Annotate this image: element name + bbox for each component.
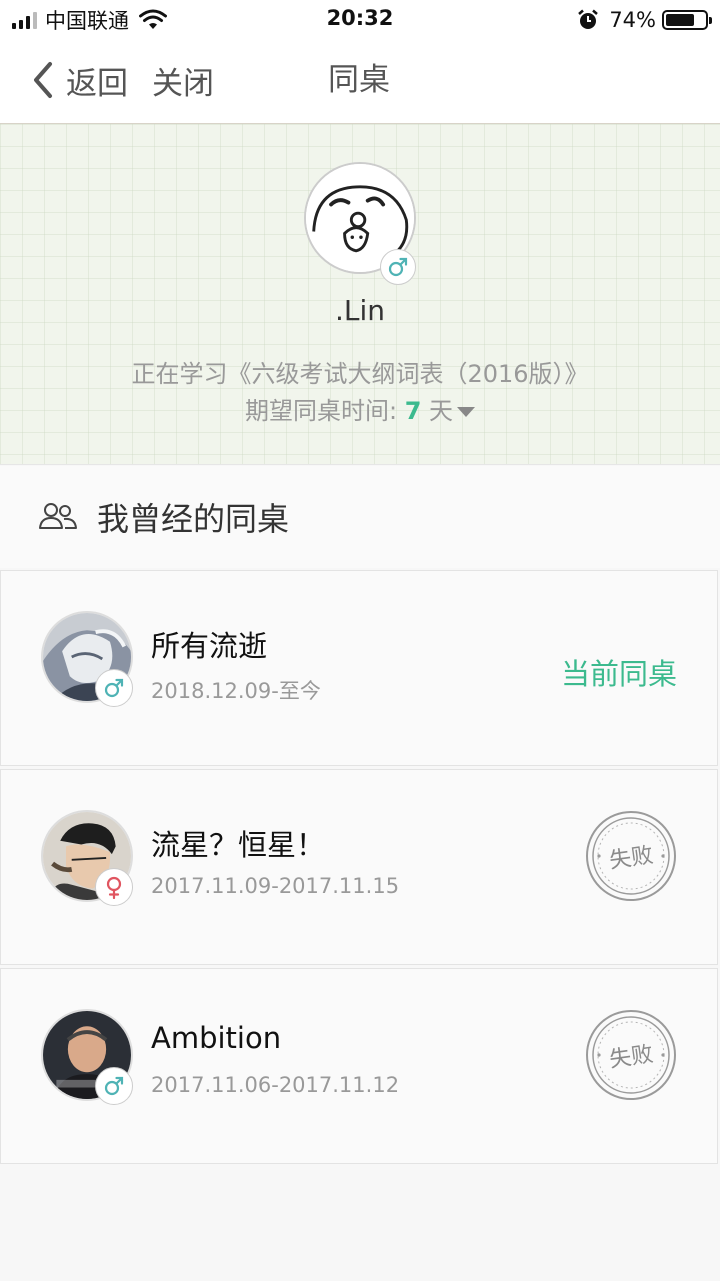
- expected-days-value: 7: [404, 397, 422, 425]
- partner-card[interactable]: Ambition 2017.11.06-2017.11.12 失败: [0, 968, 718, 1164]
- alarm-clock-icon: [578, 9, 599, 29]
- current-partner-label[interactable]: 当前同桌: [561, 651, 677, 693]
- back-button[interactable]: 返回: [30, 58, 128, 102]
- failed-stamp: 失败: [585, 1009, 677, 1101]
- caret-down-icon[interactable]: [457, 407, 476, 417]
- navigation-bar: 返回 关闭 同桌: [0, 40, 720, 124]
- partner-name: 所有流逝: [151, 629, 268, 663]
- partner-card[interactable]: 所有流逝 2018.12.09-至今 当前同桌: [0, 570, 718, 766]
- failed-stamp-text: 失败: [608, 843, 655, 874]
- partner-dates: 2017.11.06-2017.11.12: [151, 1073, 400, 1097]
- past-partners-header: 我曾经的同桌: [0, 466, 720, 568]
- expected-days-unit: 天: [421, 397, 454, 425]
- male-symbol-icon: [104, 1076, 124, 1096]
- male-symbol-icon: [388, 257, 408, 277]
- female-gender-badge: [95, 868, 133, 906]
- male-gender-badge: [95, 669, 133, 707]
- signal-strength-icon: [12, 11, 37, 29]
- battery-icon: [662, 10, 712, 30]
- carrier-name: 中国联通: [45, 9, 129, 33]
- username: .Lin: [334, 294, 386, 327]
- people-icon: [39, 503, 77, 529]
- back-label: 返回: [66, 65, 128, 102]
- chevron-left-icon: [34, 62, 52, 98]
- male-gender-badge: [95, 1067, 133, 1105]
- battery-fill: [666, 14, 695, 26]
- failed-stamp: 失败: [585, 810, 677, 902]
- male-gender-badge: [380, 249, 416, 285]
- section-title: 我曾经的同桌: [97, 500, 290, 538]
- close-button[interactable]: 关闭: [152, 58, 214, 102]
- partner-name: 流星？恒星！: [151, 828, 326, 862]
- failed-stamp-text: 失败: [608, 1042, 655, 1073]
- expected-duration-label: 期望同桌时间:: [244, 397, 405, 425]
- battery-percentage: 74%: [609, 8, 656, 32]
- expected-duration[interactable]: 期望同桌时间: 7 天: [0, 391, 720, 426]
- studying-book: 正在学习《六级考试大纲词表（2016版）》: [131, 360, 589, 388]
- wifi-icon: [139, 9, 167, 29]
- partner-dates: 2017.11.09-2017.11.15: [151, 874, 400, 898]
- page-title: 同桌: [328, 62, 390, 98]
- status-bar: 中国联通 20:32 74%: [0, 0, 720, 40]
- female-symbol-icon: [106, 876, 122, 899]
- male-symbol-icon: [104, 678, 124, 698]
- partner-name: Ambition: [151, 1021, 282, 1055]
- partner-dates: 2018.12.09-至今: [151, 679, 321, 703]
- partner-card[interactable]: 流星？恒星！ 2017.11.09-2017.11.15 失败: [0, 769, 718, 965]
- profile-section: .Lin 正在学习《六级考试大纲词表（2016版）》 期望同桌时间: 7 天: [0, 124, 720, 465]
